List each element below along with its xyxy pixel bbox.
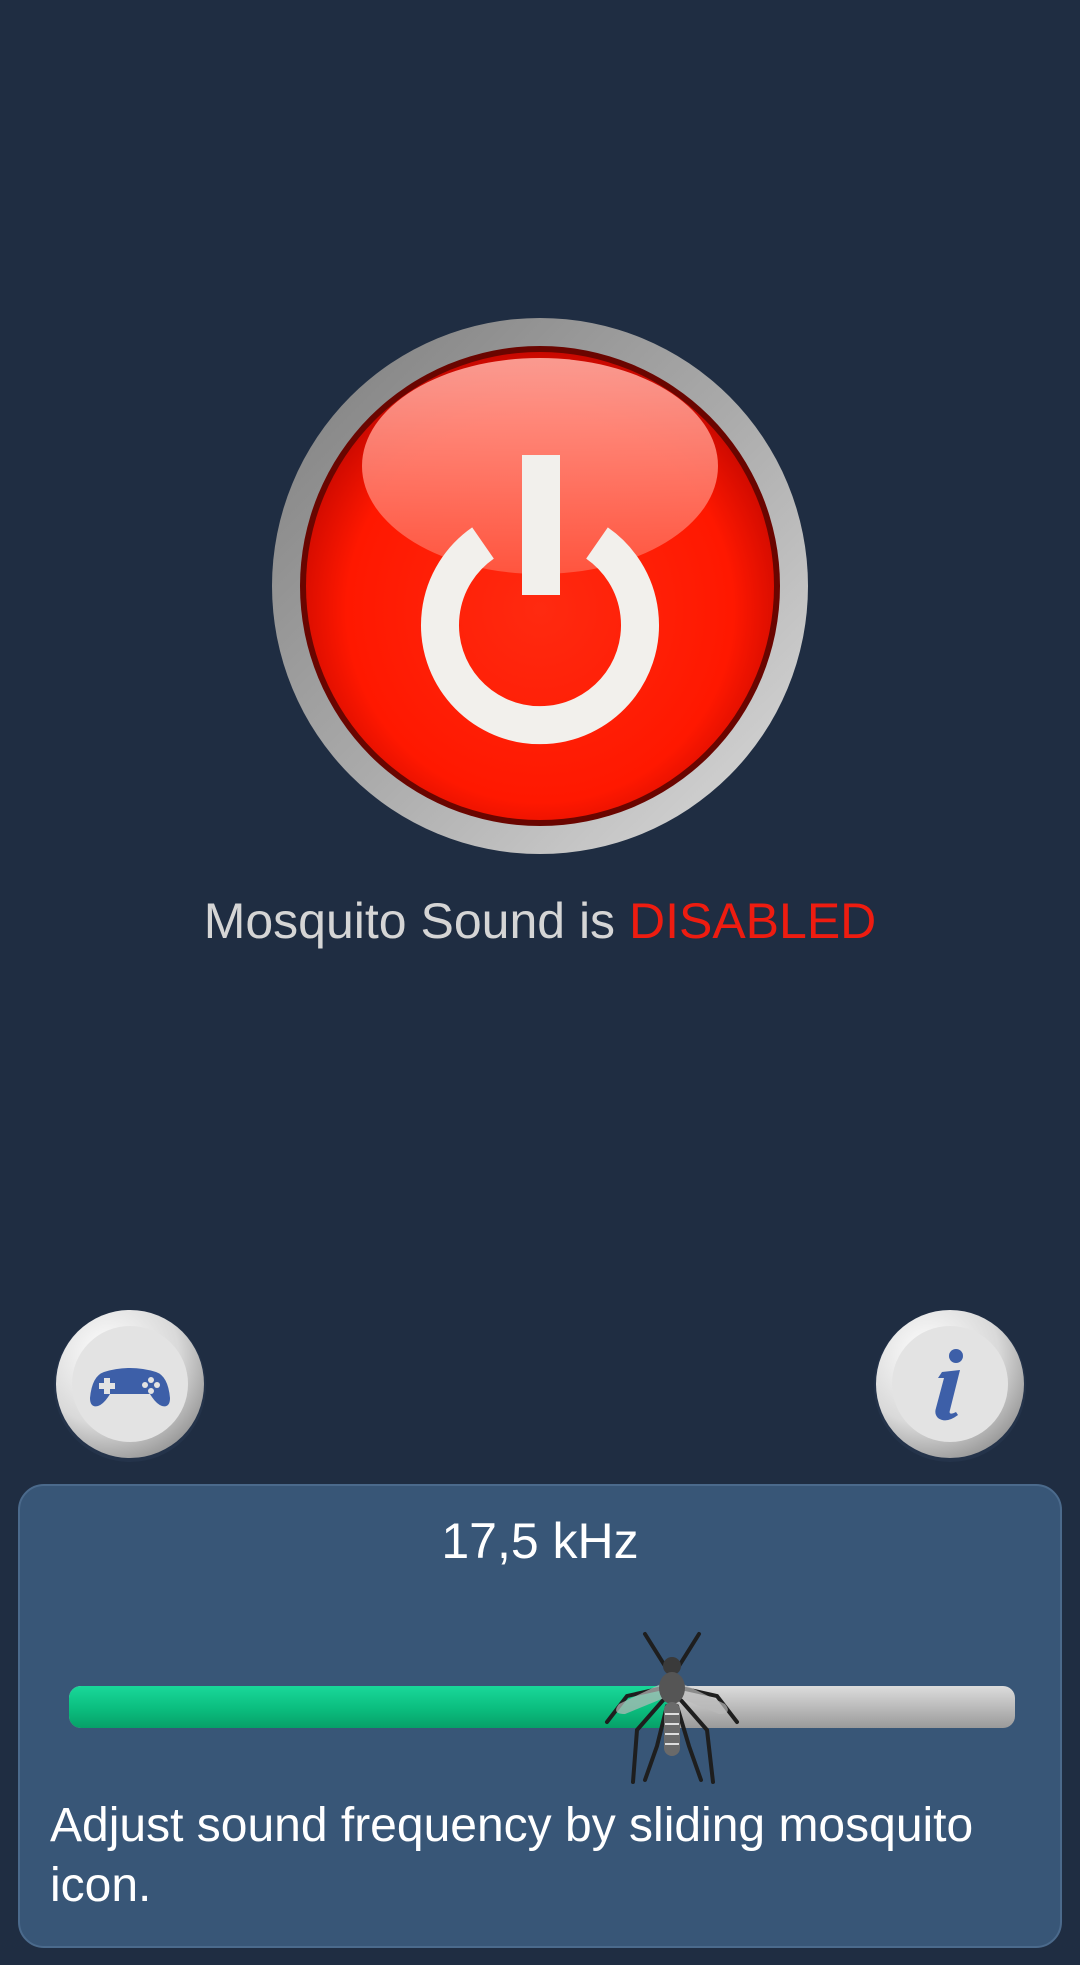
- slider-fill: [69, 1686, 672, 1728]
- power-button[interactable]: [270, 316, 810, 856]
- frequency-panel: 17,5 kHz Adjust sound frequency by slidi…: [18, 1484, 1062, 1948]
- mosquito-slider-thumb[interactable]: [597, 1626, 747, 1786]
- mosquito-icon: [605, 1632, 739, 1784]
- slider-hint: Adjust sound frequency by sliding mosqui…: [50, 1799, 974, 1912]
- games-button[interactable]: [52, 1306, 208, 1462]
- status-state: DISABLED: [628, 893, 877, 949]
- frequency-slider[interactable]: [69, 1626, 1015, 1786]
- power-icon: [272, 318, 808, 854]
- frequency-label: 17,5 kHz: [441, 1513, 639, 1569]
- status-text: Mosquito Sound is DISABLED: [0, 892, 1080, 950]
- status-prefix: Mosquito Sound is: [203, 893, 616, 949]
- info-button[interactable]: [872, 1306, 1028, 1462]
- info-icon: [874, 1310, 1026, 1462]
- gamepad-icon: [54, 1310, 206, 1462]
